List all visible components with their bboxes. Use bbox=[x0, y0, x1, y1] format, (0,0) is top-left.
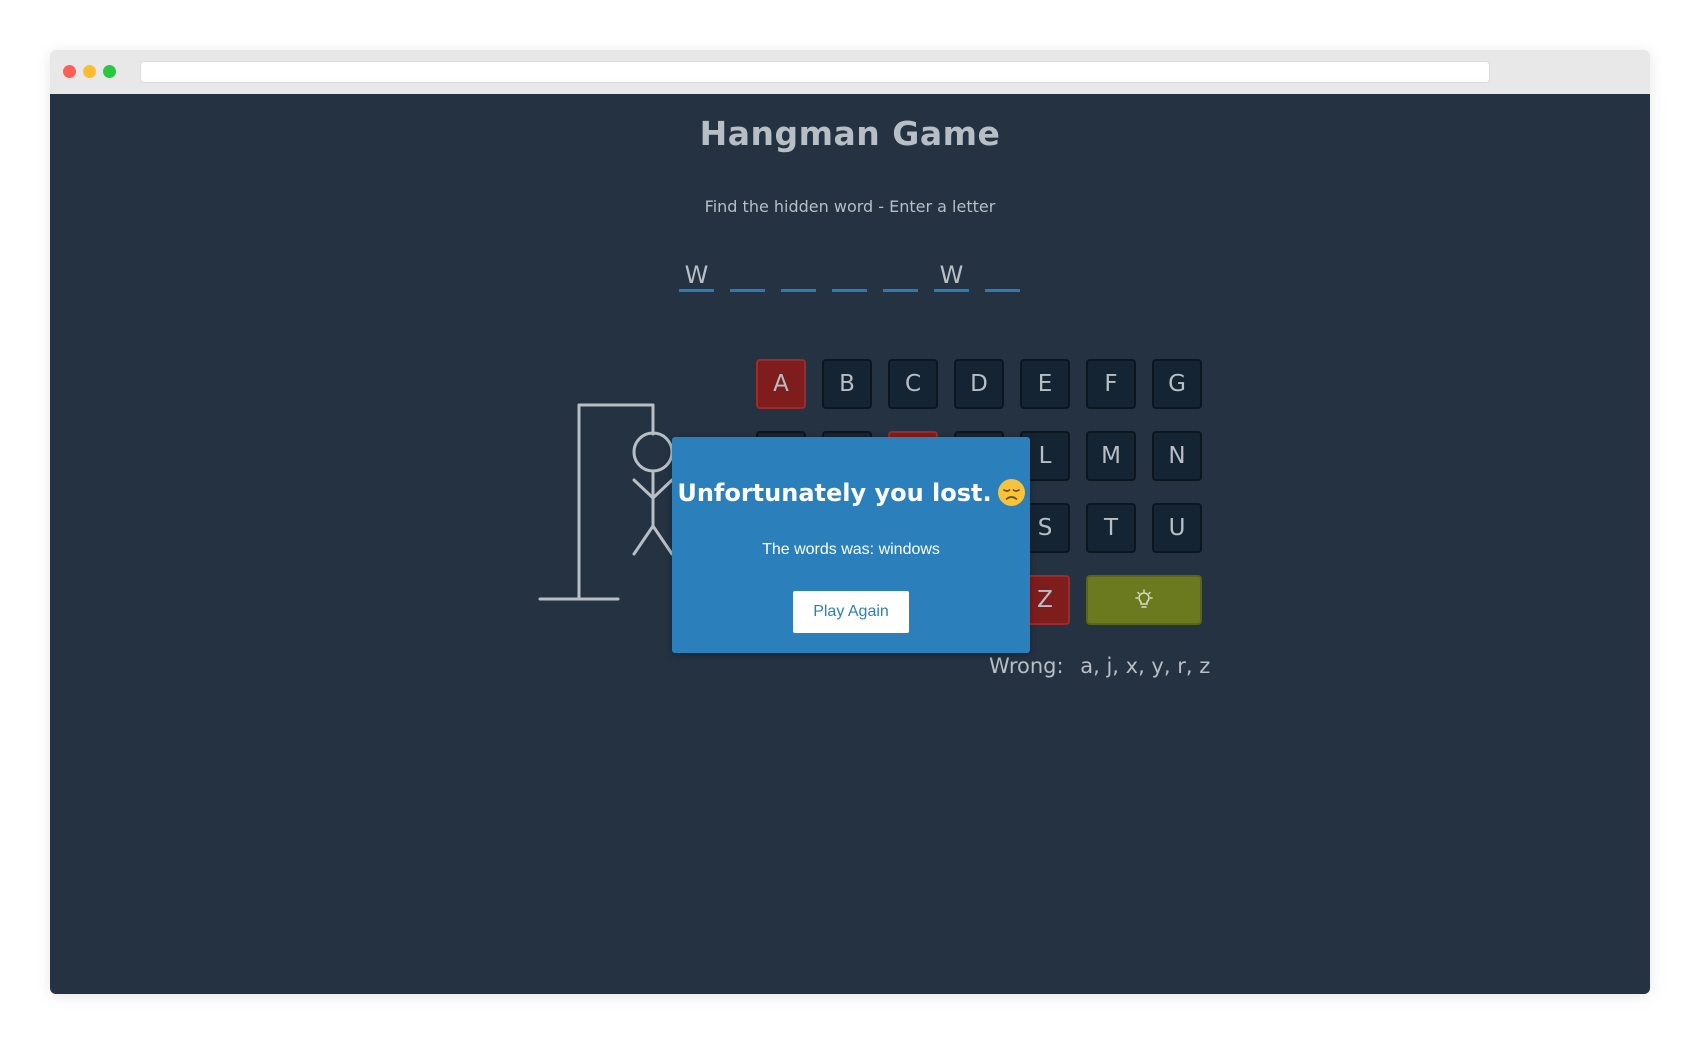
letter-key-u[interactable]: U bbox=[1152, 503, 1202, 553]
page-title: Hangman Game bbox=[699, 114, 1001, 153]
lightbulb-icon bbox=[1135, 589, 1153, 608]
hangman-right-arm bbox=[651, 478, 674, 500]
letter-key-t[interactable]: T bbox=[1086, 503, 1136, 553]
dialog-message: The words was: windows bbox=[762, 541, 940, 558]
hangman-left-arm bbox=[632, 478, 655, 500]
close-window-dot[interactable] bbox=[63, 65, 76, 78]
hangman-left-leg bbox=[632, 524, 655, 556]
hidden-word: W W bbox=[679, 262, 1020, 292]
disappointed-face-icon bbox=[997, 479, 1025, 506]
browser-chrome bbox=[50, 50, 1650, 94]
word-slot bbox=[781, 262, 816, 292]
word-slot bbox=[883, 262, 918, 292]
letter-key-c[interactable]: C bbox=[888, 359, 938, 409]
wrong-label: Wrong: bbox=[989, 654, 1064, 678]
minimize-window-dot[interactable] bbox=[83, 65, 96, 78]
letter-key-n[interactable]: N bbox=[1152, 431, 1202, 481]
game-page: Hangman Game Find the hidden word - Ente… bbox=[50, 94, 1650, 994]
page-subtitle: Find the hidden word - Enter a letter bbox=[704, 197, 996, 216]
hint-button[interactable] bbox=[1086, 575, 1202, 625]
game-over-dialog: Unfortunately you lost. The words was: w… bbox=[672, 437, 1030, 653]
word-slot: W bbox=[934, 262, 969, 292]
wrong-letters: Wrong: a, j, x, y, r, z bbox=[989, 654, 1210, 678]
word-slot bbox=[832, 262, 867, 292]
browser-window: Hangman Game Find the hidden word - Ente… bbox=[50, 50, 1650, 994]
word-slot bbox=[730, 262, 765, 292]
letter-key-a[interactable]: A bbox=[756, 359, 806, 409]
hangman-right-leg bbox=[651, 524, 674, 556]
wrong-letters-list: a, j, x, y, r, z bbox=[1080, 654, 1211, 678]
letter-key-b[interactable]: B bbox=[822, 359, 872, 409]
word-slot bbox=[985, 262, 1020, 292]
letter-key-e[interactable]: E bbox=[1020, 359, 1070, 409]
word-slot: W bbox=[679, 262, 714, 292]
letter-key-g[interactable]: G bbox=[1152, 359, 1202, 409]
letter-key-f[interactable]: F bbox=[1086, 359, 1136, 409]
letter-key-d[interactable]: D bbox=[954, 359, 1004, 409]
maximize-window-dot[interactable] bbox=[103, 65, 116, 78]
address-bar[interactable] bbox=[140, 61, 1490, 83]
dialog-title: Unfortunately you lost. bbox=[672, 479, 1030, 507]
dialog-title-text: Unfortunately you lost. bbox=[677, 479, 992, 507]
hangman-head bbox=[632, 431, 674, 473]
play-again-button[interactable]: Play Again bbox=[793, 591, 909, 633]
letter-key-m[interactable]: M bbox=[1086, 431, 1136, 481]
